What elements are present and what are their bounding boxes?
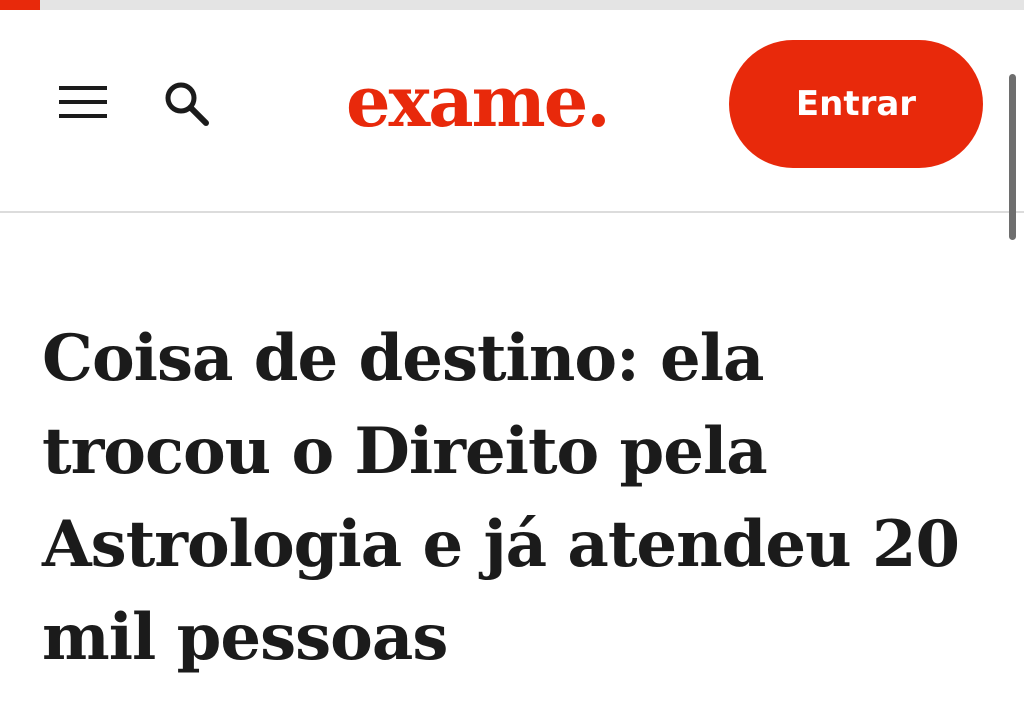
- menu-button[interactable]: [52, 76, 114, 128]
- search-icon: [165, 82, 209, 126]
- reading-progress-bar: [0, 0, 1024, 10]
- login-button[interactable]: Entrar: [729, 40, 983, 168]
- reading-progress-fill: [0, 0, 40, 10]
- site-header: exame. Entrar: [0, 10, 1024, 213]
- search-button[interactable]: [156, 76, 218, 132]
- hamburger-menu-icon: [59, 86, 107, 118]
- article-headline: Coisa de destino: ela trocou o Direito p…: [42, 321, 960, 675]
- page: exame. Entrar Coisa de destino: ela troc…: [0, 0, 1024, 705]
- site-logo[interactable]: exame.: [346, 62, 611, 142]
- scrollbar-thumb[interactable]: [1009, 74, 1016, 240]
